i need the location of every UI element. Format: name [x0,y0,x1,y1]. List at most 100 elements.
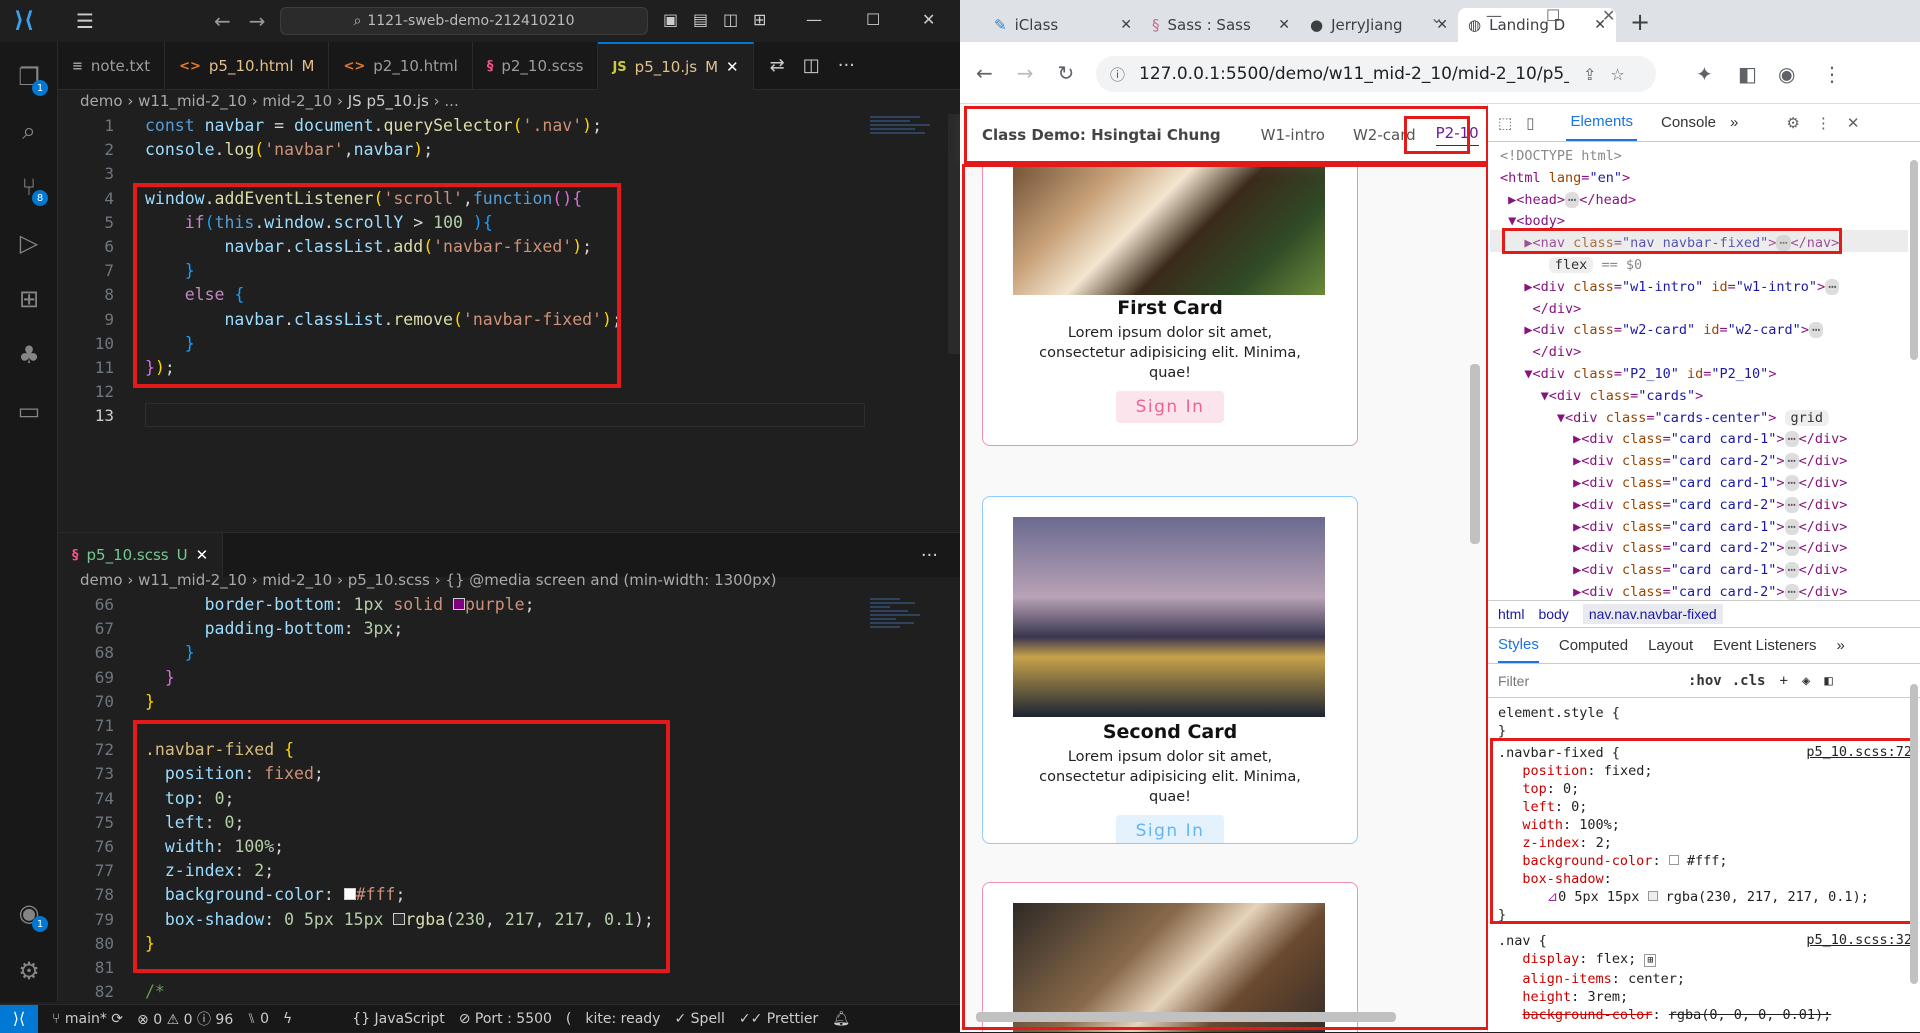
grid-badge[interactable]: grid [1784,409,1830,426]
breadcrumb-item[interactable]: JS p5_10.js [348,92,429,110]
breadcrumb-item[interactable]: {} @media screen and (min-width: 1300px) [445,571,776,589]
menu-icon[interactable]: ☰ [76,9,94,33]
run-debug-icon[interactable]: ▷ [12,226,46,260]
browser-tab-landing[interactable]: ◍ Landing D ✕ [1458,8,1616,42]
tab-layout[interactable]: Layout [1648,637,1693,654]
computed-sidebar-icon[interactable]: ◧ [1824,673,1832,689]
close-devtools-icon[interactable]: ✕ [1847,114,1860,132]
lightning-icon[interactable]: ϟ [283,1011,292,1027]
remote-indicator-icon[interactable]: ⟩⟨ [0,1004,38,1033]
breadcrumb-item[interactable]: mid-2_10 [262,92,332,110]
spell-status[interactable]: ✓ Spell [674,1011,724,1027]
styles-scrollbar[interactable] [1910,684,1918,984]
tab-p2-10-html[interactable]: <> p2_10.html [329,42,473,90]
site-info-icon[interactable]: ⓘ [1110,64,1125,85]
dom-tree[interactable]: <!DOCTYPE html> <html lang="en"> ▶<head>… [1500,146,1920,604]
command-center-search[interactable]: ⌕ 1121-sweb-demo-212410210 [280,7,648,35]
close-tab-icon[interactable]: ✕ [1120,17,1132,33]
branch-status[interactable]: ⑂ main* ⟳ [52,1011,123,1027]
kite-status[interactable]: kite: ready [585,1011,660,1027]
inspect-element-icon[interactable]: ⬚ [1498,114,1512,132]
tab-computed[interactable]: Computed [1559,637,1628,654]
tab-console[interactable]: Console [1661,114,1716,131]
browser-tab-iclass[interactable]: ✎ iClass ✕ [984,8,1142,42]
close-tab-icon[interactable]: ✕ [1278,17,1290,33]
sidebar-icon[interactable]: ◫ [723,10,738,29]
python-icon[interactable]: ♣ [12,338,46,372]
maximize-icon[interactable]: ☐ [866,10,880,29]
tab-p5-10-html[interactable]: <> p5_10.html M [165,42,330,90]
tab-p5-10-js[interactable]: JS p5_10.js M ✕ [598,42,754,90]
maximize-icon[interactable]: ☐ [1546,6,1560,25]
source-link-nav[interactable]: p5_10.scss:32 [1806,932,1912,948]
profile-avatar-icon[interactable]: ◉ [1778,62,1795,86]
breadcrumb-item[interactable]: demo [80,571,123,589]
minimize-icon[interactable]: — [1486,6,1502,25]
more-tabs-icon[interactable]: » [1730,114,1738,131]
breadcrumb-item[interactable]: ... [444,92,458,110]
back-icon[interactable]: ← [976,61,993,85]
crumb-nav[interactable]: nav.nav.navbar-fixed [1582,604,1723,624]
address-bar[interactable]: ⓘ 127.0.0.1:5500/demo/w11_mid-2_10/mid-2… [1096,56,1656,92]
breadcrumb-item[interactable]: mid-2_10 [262,571,332,589]
prettier-status[interactable]: ✓✓ Prettier [739,1011,818,1027]
minimap[interactable] [870,114,940,174]
breadcrumb-item[interactable]: p5_10.scss [348,571,430,589]
layout-icon[interactable]: ▣ [663,10,678,29]
language-status[interactable]: {} JavaScript [352,1011,444,1027]
class-toggle[interactable]: .cls [1732,673,1766,689]
crumb-body[interactable]: body [1538,606,1568,622]
breadcrumb-item[interactable]: w11_mid-2_10 [138,571,247,589]
bookmark-star-icon[interactable]: ☆ [1610,65,1624,84]
flex-badge[interactable]: flex [1548,256,1594,273]
minimap-2[interactable] [870,596,940,976]
extensions-icon[interactable]: ⊞ [12,282,46,316]
breadcrumb-item[interactable]: w11_mid-2_10 [138,92,247,110]
split-editor-icon[interactable]: ◫ [803,55,820,76]
settings-gear-icon[interactable]: ⚙ [1786,114,1799,132]
tab-note-txt[interactable]: ≡ note.txt [58,42,166,90]
tab-search-chevron-icon[interactable]: ⌄ [1430,8,1443,27]
side-panel-icon[interactable]: ◧ [1738,62,1757,86]
explorer-icon[interactable]: ❐ 1 [12,60,48,96]
close-tab-icon[interactable]: ✕ [726,58,739,76]
nav-arrows-icon[interactable]: ←→ [214,9,284,33]
ports-status[interactable]: ⑊ 0 [247,1011,269,1027]
customize-layout-icon[interactable]: ⊞ [753,10,766,29]
breadcrumb-item[interactable]: demo [80,92,123,110]
more-options-icon[interactable]: ⋮ [1816,114,1831,132]
settings-gear-icon[interactable]: ⚙ [12,954,46,988]
element-style-rule[interactable]: element.style { } [1498,704,1908,740]
more-subtabs-icon[interactable]: » [1837,637,1845,654]
accounts-icon[interactable]: ◉ 1 [12,896,48,932]
minimize-icon[interactable]: — [806,10,822,29]
extensions-puzzle-icon[interactable]: ✦ [1696,62,1713,86]
new-style-rule-icon[interactable]: + [1779,673,1787,689]
crumb-html[interactable]: html [1498,606,1524,622]
open-changes-icon[interactable]: ⇄ [770,55,785,76]
close-window-icon[interactable]: ✕ [922,10,935,29]
more-actions-icon[interactable]: ··· [838,55,855,76]
browser-tab-sass[interactable]: § Sass : Sass ✕ [1142,8,1300,42]
new-tab-icon[interactable]: + [1630,8,1650,36]
more-actions-icon[interactable]: ··· [921,545,938,566]
notifications-bell-icon[interactable]: 🔔︎ [832,1011,850,1027]
panel-icon[interactable]: ▤ [693,10,708,29]
styles-filter-input[interactable]: Filter [1498,673,1688,689]
source-control-icon[interactable]: ⑂ 8 [12,170,48,206]
tab-styles[interactable]: Styles [1498,628,1539,663]
paint-icon[interactable]: ◈ [1802,673,1810,689]
reload-icon[interactable]: ↻ [1058,61,1075,85]
device-toolbar-icon[interactable]: ▯ [1526,114,1534,132]
close-tab-icon[interactable]: ✕ [196,546,209,564]
remote-explorer-icon[interactable]: ▭ [12,394,46,428]
live-server-status[interactable]: ⊘ Port : 5500 [459,1011,552,1027]
forward-icon[interactable]: → [1017,61,1034,85]
tab-event-listeners[interactable]: Event Listeners [1713,637,1816,654]
close-window-icon[interactable]: ✕ [1602,6,1615,25]
share-icon[interactable]: ⇪ [1583,65,1596,84]
tab-p2-10-scss[interactable]: § p2_10.scss [473,42,599,90]
editor-scrollbar[interactable] [948,114,960,354]
search-icon[interactable]: ⌕ [12,114,46,148]
chrome-menu-icon[interactable]: ⋮ [1822,62,1842,86]
